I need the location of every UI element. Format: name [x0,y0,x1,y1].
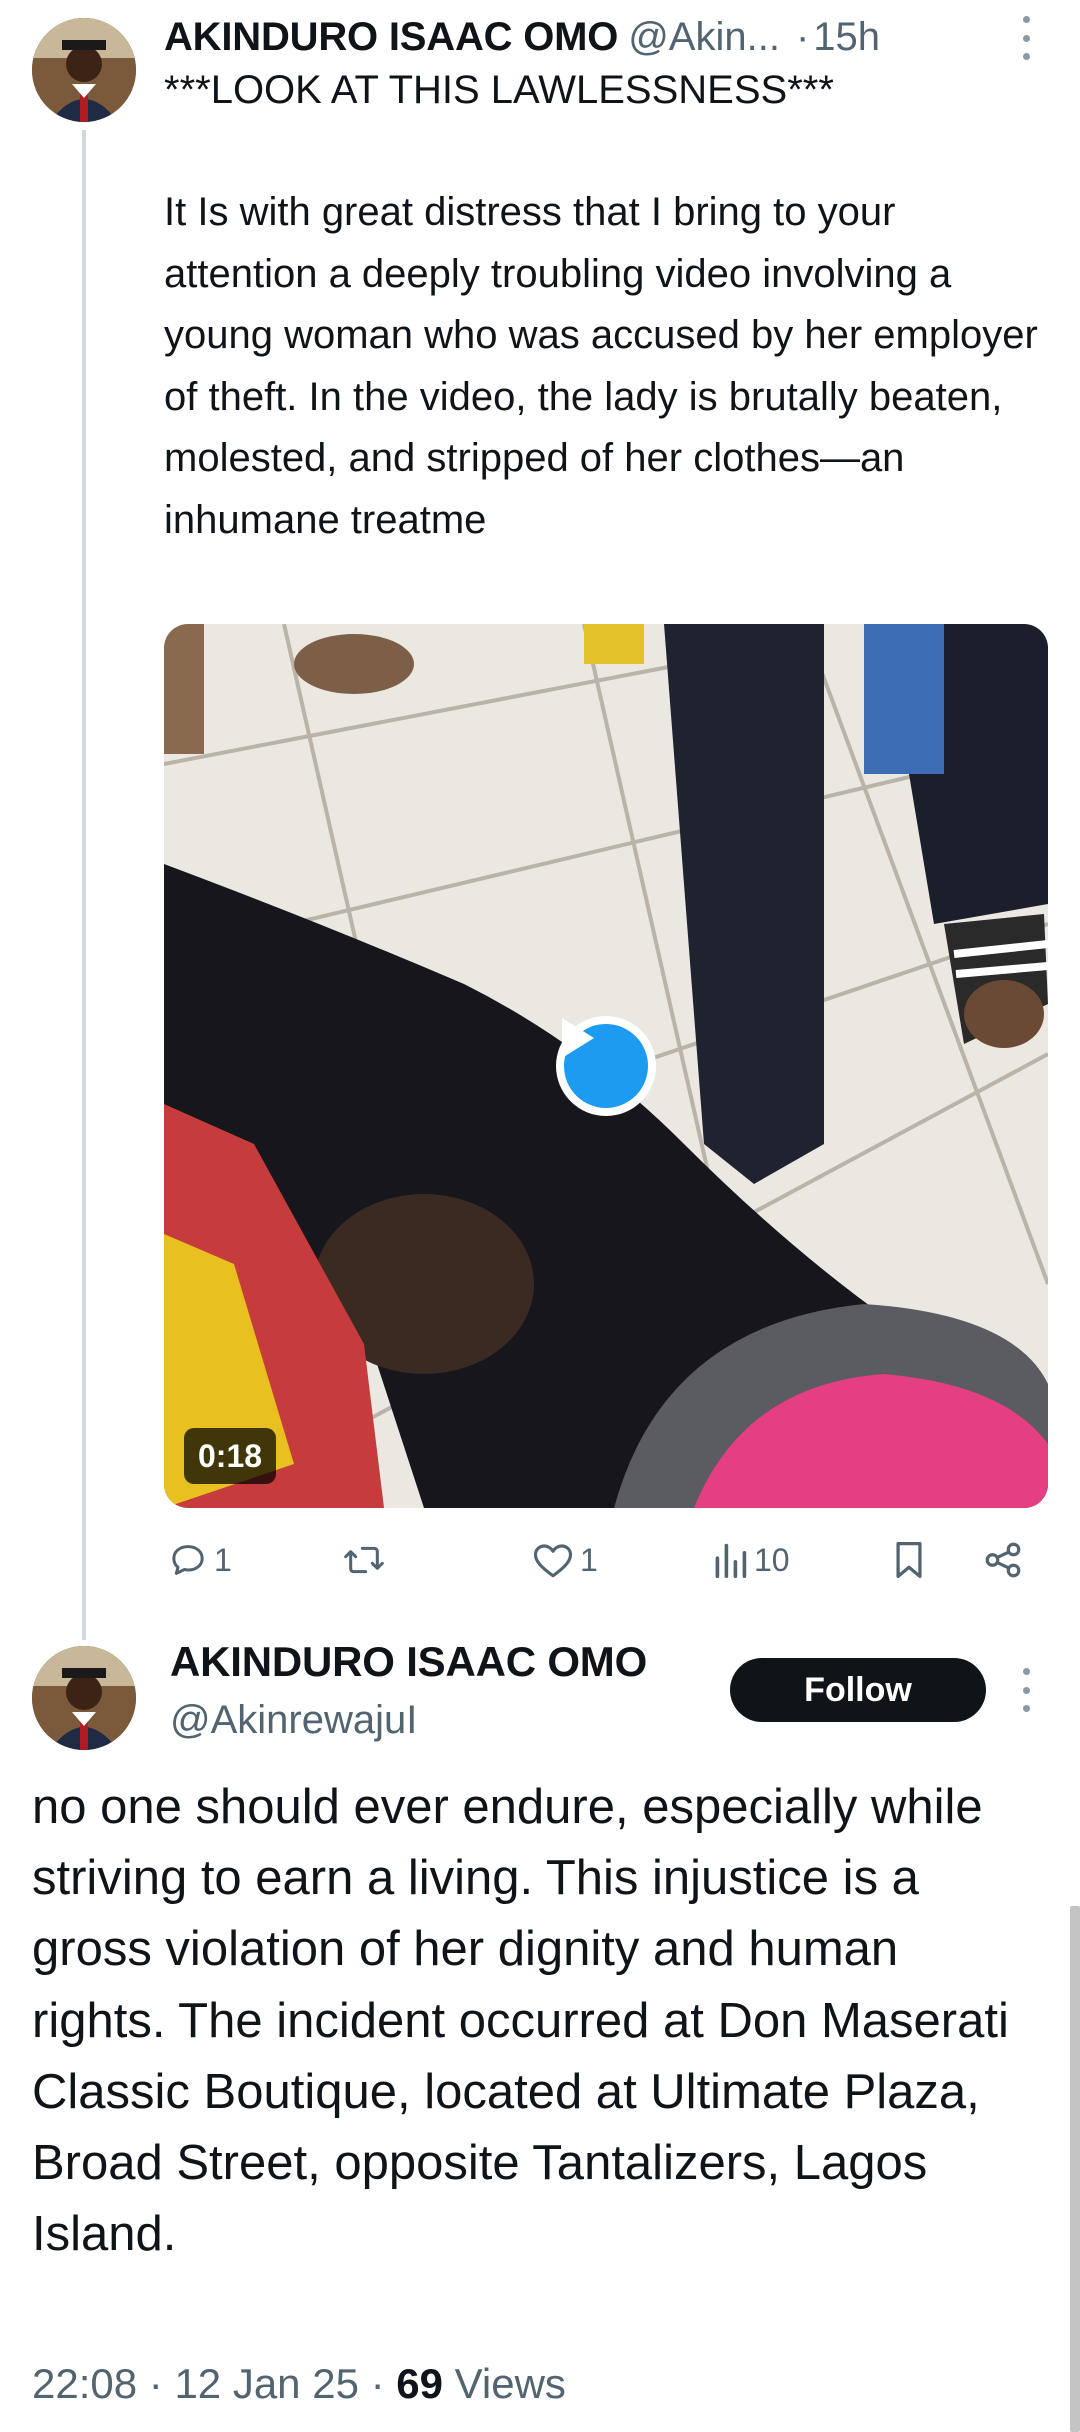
follow-button[interactable]: Follow [730,1658,986,1722]
play-button[interactable] [556,1016,656,1116]
share-icon [985,1542,1021,1578]
reply-button[interactable]: 1 [168,1530,232,1590]
tweet-text: no one should ever endure, especially wh… [32,1780,1009,2262]
scrollbar[interactable] [1070,1906,1080,2432]
tweet-action-bar: 1 1 10 [164,1530,1044,1590]
separator-dot: · [370,2360,397,2407]
separator-dot: · [795,14,810,59]
views-count: 69 [396,2360,443,2407]
tweet-header: AKINDURO ISAAC OMO @Akin... · 15h [164,8,1044,66]
repost-button[interactable] [342,1530,392,1590]
reply-icon [172,1545,204,1575]
bookmark-button[interactable] [892,1530,926,1590]
views-label: Views [454,2360,566,2407]
play-icon [562,1018,594,1058]
reply-count: 1 [214,1541,232,1578]
tweet-date[interactable]: 12 Jan 25 [174,2360,359,2407]
video-player[interactable]: 0:18 [164,624,1048,1508]
author-handle[interactable]: @AkinrewajuI [170,1698,417,1743]
views-icon [715,1543,747,1578]
thread-connector-line [82,130,86,1640]
tweet-time[interactable]: 22:08 [32,2360,137,2407]
author-name[interactable]: AKINDURO ISAAC OMO [170,1638,647,1686]
video-duration: 0:18 [184,1428,277,1484]
like-icon [533,1544,573,1578]
views-button[interactable]: 10 [712,1530,790,1590]
tweet-metadata: 22:08 · 12 Jan 25 · 69 Views [32,2360,566,2408]
separator-dot: · [148,2360,175,2407]
like-button[interactable]: 1 [532,1530,598,1590]
author-name[interactable]: AKINDURO ISAAC OMO [164,15,618,60]
author-handle[interactable]: @Akin... [628,15,780,60]
more-icon[interactable] [1016,16,1036,60]
tweet-time[interactable]: 15h [813,15,880,60]
views-count: 10 [754,1541,790,1578]
avatar[interactable] [32,18,136,122]
bookmark-icon [896,1542,922,1578]
tweet-headline: ***LOOK AT THIS LAWLESSNESS*** [164,68,834,112]
repost-icon [344,1546,384,1574]
tweet-text: It Is with great distress that I bring t… [164,190,1049,542]
avatar[interactable] [32,1646,136,1750]
more-icon[interactable] [1016,1668,1036,1712]
share-button[interactable] [982,1530,1024,1590]
like-count: 1 [580,1541,598,1578]
